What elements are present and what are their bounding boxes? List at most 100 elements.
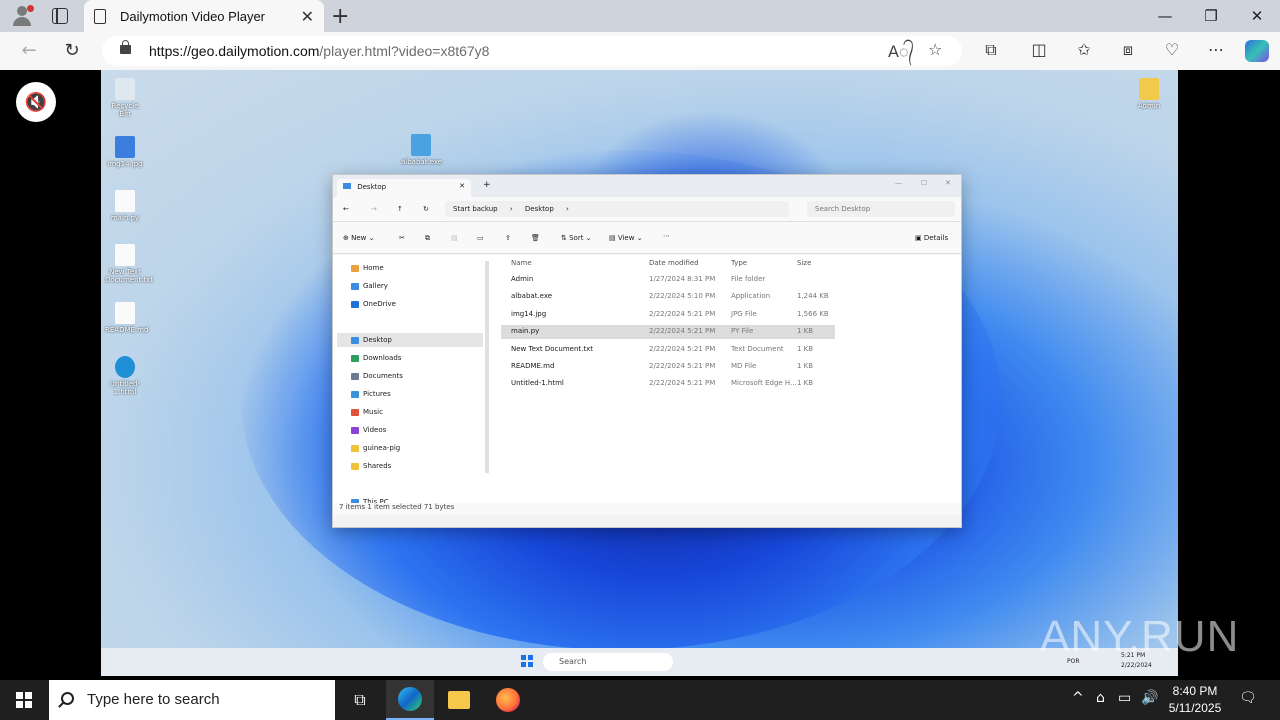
- unmute-button[interactable]: 🔇: [16, 82, 56, 122]
- desktop-icon-main-py[interactable]: main.py: [105, 190, 145, 222]
- address-bar[interactable]: https://geo.dailymotion.com/player.html?…: [102, 36, 962, 66]
- table-row[interactable]: Untitled-1.html 2/22/2024 5:21 PM Microsof…: [501, 377, 835, 391]
- lock-icon[interactable]: [120, 40, 131, 54]
- more-options-icon[interactable]: ⋯: [1204, 40, 1228, 59]
- refresh-icon[interactable]: ↻: [59, 39, 85, 63]
- restore-button[interactable]: ❐: [1188, 0, 1234, 32]
- edge-taskbar-icon[interactable]: [386, 680, 434, 720]
- table-row[interactable]: main.py 2/22/2024 5:21 PM PY File 1 KB: [501, 325, 835, 340]
- close-tab-icon[interactable]: ✕: [301, 7, 314, 26]
- inner-date: 2/22/2024: [1121, 662, 1152, 669]
- minimize-button[interactable]: —: [1142, 0, 1188, 32]
- desktop-icon-readme[interactable]: README.md: [105, 302, 148, 334]
- sidebar-item-onedrive[interactable]: OneDrive: [351, 297, 396, 311]
- table-row[interactable]: Admin 1/27/2024 8:31 PM File folder: [501, 273, 835, 287]
- close-icon[interactable]: ✕: [945, 179, 951, 187]
- favorites-icon[interactable]: ✩: [1072, 40, 1096, 59]
- explorer-tab[interactable]: Desktop ✕: [337, 179, 471, 197]
- forward-icon[interactable]: →: [371, 205, 377, 213]
- delete-icon[interactable]: 🗑: [531, 234, 540, 242]
- favorite-star-icon[interactable]: ☆: [928, 40, 942, 59]
- sidebar-item-downloads[interactable]: Downloads: [351, 351, 401, 365]
- close-window-button[interactable]: ✕: [1234, 0, 1280, 32]
- minimize-icon[interactable]: —: [895, 179, 902, 187]
- sidebar-item-label: Gallery: [363, 282, 388, 290]
- notifications-icon[interactable]: 🗨: [1239, 690, 1257, 706]
- device-icon[interactable]: ⌂: [1096, 690, 1105, 706]
- explorer-search-input[interactable]: Search Desktop: [807, 201, 955, 217]
- col-date-modified[interactable]: Date modified: [649, 259, 699, 267]
- desktop-icon-recycle-bin[interactable]: Recycle Bin: [105, 78, 145, 118]
- breadcrumb-separator: ›: [509, 205, 513, 213]
- back-icon[interactable]: ←: [16, 39, 42, 63]
- desktop-icon-new-text[interactable]: New Text Document.txt: [105, 244, 153, 284]
- desktop-icon-untitled-html[interactable]: Untitled-1.html: [105, 356, 145, 396]
- new-tab-icon[interactable]: +: [483, 180, 491, 190]
- split-screen-icon[interactable]: ◫: [1027, 40, 1051, 59]
- new-button[interactable]: ⊕ New ⌄: [343, 234, 374, 242]
- table-row[interactable]: albabat.exe 2/22/2024 5:10 PM Application 1…: [501, 290, 835, 304]
- read-aloud-icon[interactable]: A᭄: [888, 40, 914, 69]
- new-tab-button[interactable]: +: [331, 4, 353, 29]
- copy-icon[interactable]: ⧉: [425, 234, 430, 243]
- browser-essentials-icon[interactable]: ♡: [1160, 40, 1184, 59]
- sort-button[interactable]: ⇅ Sort ⌄: [561, 234, 592, 242]
- sidebar-item-desktop[interactable]: Desktop: [337, 333, 483, 347]
- sidebar-item-home[interactable]: Home: [351, 261, 384, 275]
- sidebar-item-shareds[interactable]: Shareds: [351, 459, 391, 473]
- sidebar-item-gallery[interactable]: Gallery: [351, 279, 388, 293]
- desktop-icon-img14[interactable]: img14.jpg: [105, 136, 145, 168]
- more-icon[interactable]: ⋯: [663, 232, 670, 240]
- desktop-icon-admin[interactable]: Admin: [1129, 78, 1169, 110]
- copilot-icon[interactable]: [1245, 40, 1269, 62]
- video-player[interactable]: Recycle Bin img14.jpg main.py New Text D…: [4, 70, 1276, 676]
- extensions-icon[interactable]: ⧉: [979, 40, 1003, 60]
- col-type[interactable]: Type: [731, 259, 747, 267]
- details-button[interactable]: ▣ Details: [915, 234, 948, 242]
- up-icon[interactable]: ↑: [397, 205, 403, 213]
- chevron-up-icon[interactable]: ^: [1072, 690, 1084, 706]
- sidebar-item-documents[interactable]: Documents: [351, 369, 403, 383]
- explorer-address-bar[interactable]: Start backup › Desktop ›: [445, 201, 789, 217]
- refresh-icon[interactable]: ↻: [423, 205, 429, 213]
- share-icon[interactable]: ⇪: [505, 234, 511, 242]
- table-row[interactable]: README.md 2/22/2024 5:21 PM MD File 1 KB: [501, 360, 835, 374]
- breadcrumb-desktop[interactable]: Desktop: [525, 205, 554, 213]
- maximize-icon[interactable]: ☐: [921, 179, 927, 187]
- taskbar-clock[interactable]: 8:40 PM 5/11/2025: [1162, 683, 1228, 717]
- rename-icon[interactable]: ▭: [477, 234, 484, 242]
- volume-icon[interactable]: 🔊: [1141, 690, 1158, 706]
- col-size[interactable]: Size: [797, 259, 811, 267]
- clock-time: 8:40 PM: [1172, 684, 1218, 698]
- view-button[interactable]: ▤ View ⌄: [609, 234, 643, 242]
- file-list: Name Date modified Type Size Admin 1/27/2…: [499, 255, 959, 515]
- file-name: albabat.exe: [511, 292, 553, 301]
- sidebar-item-videos[interactable]: Videos: [351, 423, 386, 437]
- task-view-icon[interactable]: ⧉: [336, 680, 384, 720]
- url-text[interactable]: https://geo.dailymotion.com/player.html?…: [149, 43, 489, 59]
- network-icon[interactable]: ▭: [1118, 690, 1131, 706]
- backup-link[interactable]: Start backup: [453, 205, 498, 213]
- sidebar-item-label: Pictures: [363, 390, 391, 398]
- tab-actions-icon[interactable]: [52, 8, 68, 24]
- sidebar-scrollbar[interactable]: [485, 261, 489, 473]
- back-icon[interactable]: ←: [343, 205, 349, 213]
- start-button[interactable]: [0, 680, 48, 720]
- file-explorer-taskbar-icon[interactable]: [435, 680, 483, 720]
- paste-icon[interactable]: ▤: [451, 234, 458, 242]
- collections-icon[interactable]: ⧈: [1116, 40, 1140, 60]
- sidebar-item-pictures[interactable]: Pictures: [351, 387, 391, 401]
- sidebar-item-music[interactable]: Music: [351, 405, 383, 419]
- col-name[interactable]: Name: [511, 259, 532, 267]
- table-row[interactable]: img14.jpg 2/22/2024 5:21 PM JPG File 1,566 …: [501, 308, 835, 322]
- sidebar-item-guinea-pig[interactable]: guinea-pig: [351, 441, 400, 455]
- cut-icon[interactable]: ✂: [399, 234, 405, 242]
- firefox-taskbar-icon[interactable]: [484, 680, 532, 720]
- taskbar-search-input[interactable]: Type here to search: [49, 680, 335, 720]
- tab-dailymotion[interactable]: Dailymotion Video Player ✕: [84, 0, 324, 32]
- desktop-icon-albabat[interactable]: albabat.exe: [401, 134, 442, 166]
- profile-avatar-icon[interactable]: [12, 5, 34, 26]
- close-tab-icon[interactable]: ✕: [459, 182, 465, 190]
- file-size: 1,244 KB: [797, 292, 829, 301]
- table-row[interactable]: New Text Document.txt 2/22/2024 5:21 PM Te…: [501, 343, 835, 357]
